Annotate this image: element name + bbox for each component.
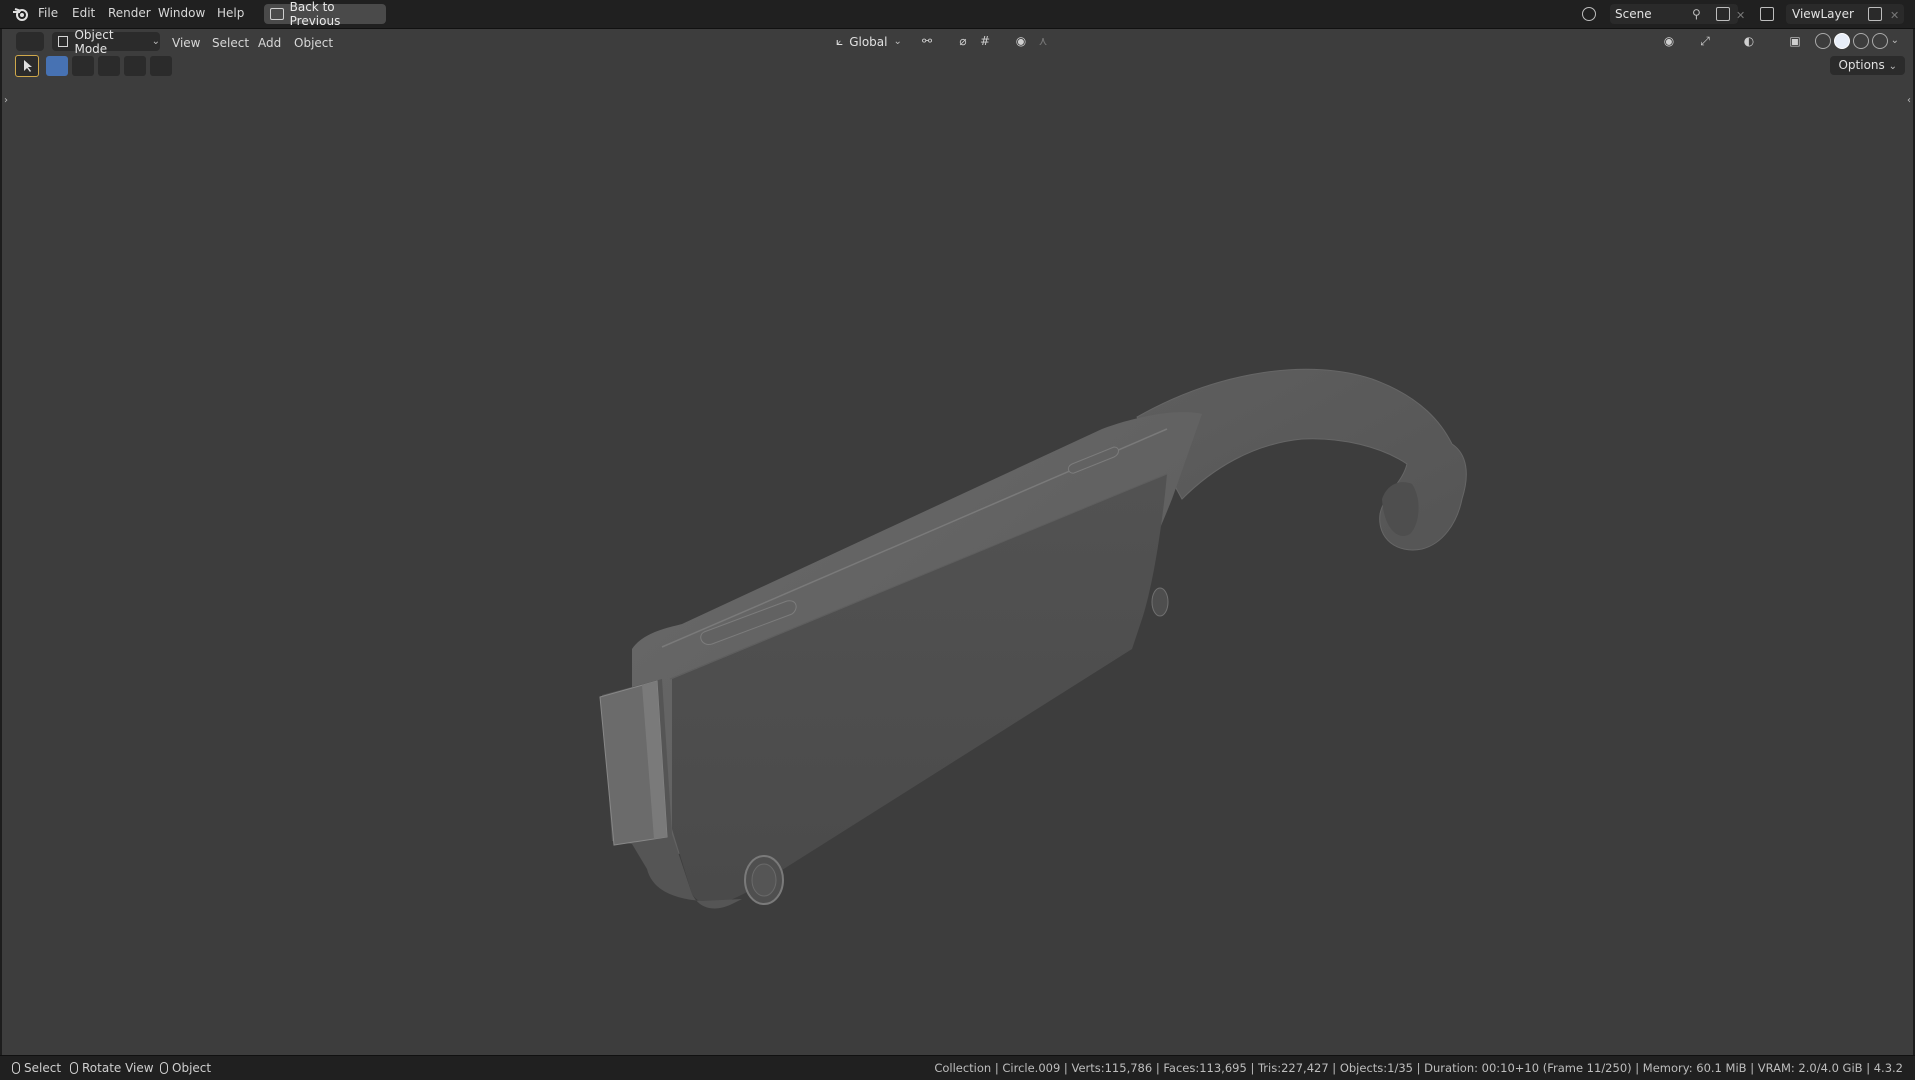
scene-name: Scene bbox=[1615, 7, 1652, 21]
status-hint-rotate: Rotate View bbox=[70, 1061, 154, 1075]
menu-help[interactable]: Help bbox=[217, 6, 244, 20]
back-to-previous-label: Back to Previous bbox=[289, 0, 341, 28]
3d-viewport[interactable]: Object Mode ⌄ View Select Add Object ⟀ G… bbox=[2, 28, 1913, 1055]
back-to-previous-button[interactable]: Back to Previous bbox=[264, 0, 386, 28]
mouse-middle-icon bbox=[70, 1062, 78, 1074]
status-bar: Select Rotate View Object Collection | C… bbox=[0, 1055, 1915, 1080]
status-hint-object-label: Object bbox=[172, 1061, 212, 1075]
menu-render[interactable]: Render bbox=[108, 6, 151, 20]
menu-window[interactable]: Window bbox=[158, 6, 205, 20]
new-view-layer-icon[interactable] bbox=[1868, 7, 1882, 21]
status-hint-select: Select bbox=[12, 1061, 61, 1075]
scene-type-icon[interactable] bbox=[1582, 7, 1596, 21]
mouse-left-icon bbox=[12, 1062, 20, 1074]
status-hint-object: Object bbox=[160, 1061, 211, 1075]
pin-icon[interactable]: ⚲ bbox=[1692, 7, 1706, 21]
view-layer-icon[interactable] bbox=[1760, 7, 1774, 21]
status-hint-select-label: Select bbox=[24, 1061, 62, 1075]
delete-scene-icon[interactable]: ✕ bbox=[1736, 9, 1750, 23]
new-scene-icon[interactable] bbox=[1716, 7, 1730, 21]
delete-view-layer-icon[interactable]: ✕ bbox=[1890, 9, 1904, 23]
back-icon bbox=[270, 8, 284, 20]
status-hint-rotate-label: Rotate View bbox=[82, 1061, 154, 1075]
3d-object-mesh[interactable] bbox=[2, 29, 1913, 1055]
menu-edit[interactable]: Edit bbox=[72, 6, 95, 20]
menu-file[interactable]: File bbox=[38, 6, 58, 20]
top-menu-bar: File Edit Render Window Help Back to Pre… bbox=[0, 0, 1915, 29]
scene-statistics: Collection | Circle.009 | Verts:115,786 … bbox=[934, 1061, 1903, 1075]
view-layer-name: ViewLayer bbox=[1792, 7, 1854, 21]
blender-logo-icon[interactable] bbox=[12, 6, 30, 22]
mouse-right-icon bbox=[160, 1062, 168, 1074]
